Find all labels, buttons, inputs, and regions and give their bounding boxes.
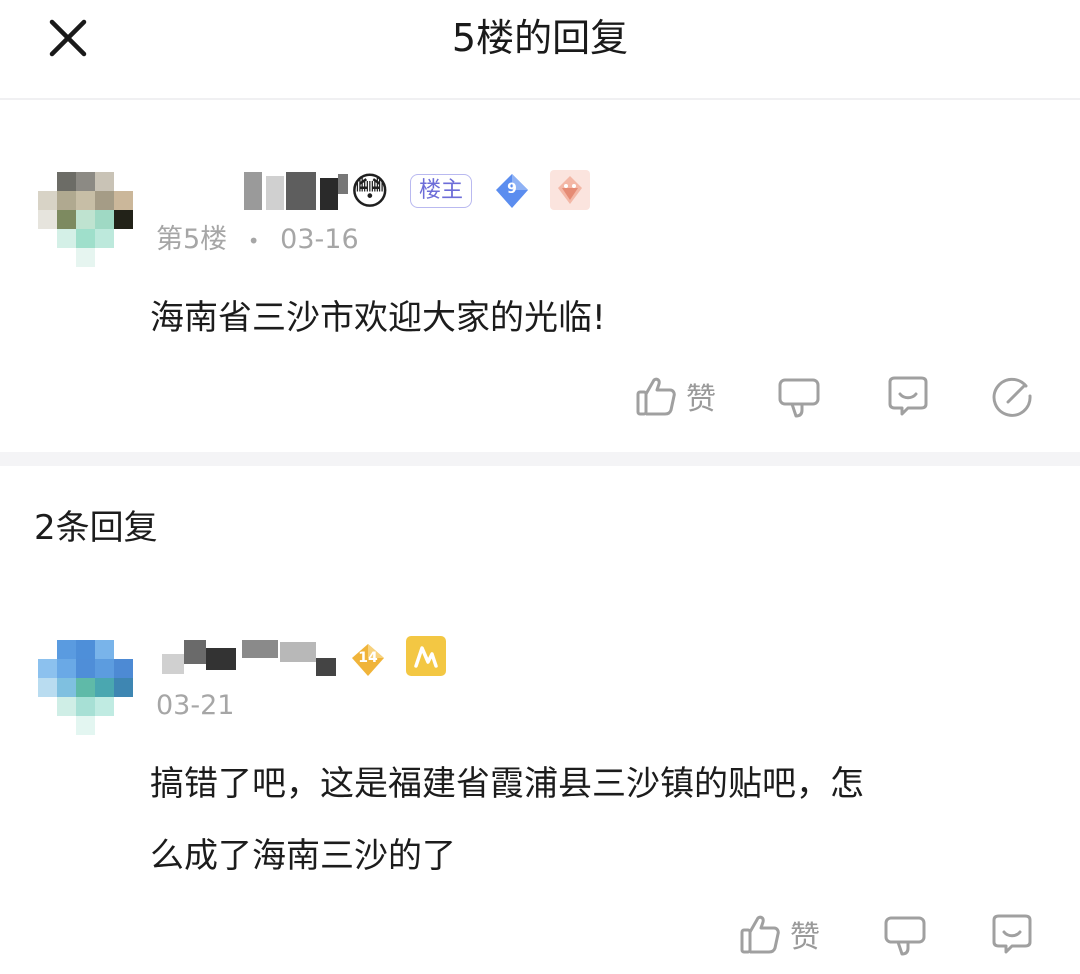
level-badge-icon: 9 <box>494 172 530 210</box>
floor-label: 第5楼 <box>156 224 228 255</box>
level-badge-icon: 14 <box>348 640 388 680</box>
like-label: 赞 <box>790 920 820 955</box>
header-divider <box>0 98 1080 100</box>
thumbs-down-icon <box>776 374 822 420</box>
like-button[interactable]: 赞 <box>738 912 820 956</box>
like-button[interactable]: 赞 <box>634 374 716 418</box>
section-divider <box>0 452 1080 466</box>
comment-icon <box>988 912 1036 958</box>
post-meta: 第5楼 • 03-16 <box>156 222 359 259</box>
username[interactable] <box>162 640 342 678</box>
username[interactable] <box>244 172 354 210</box>
thumbs-up-icon <box>738 912 782 956</box>
dislike-button[interactable] <box>882 912 928 958</box>
post-content: 海南省三沙市欢迎大家的光临! <box>150 298 606 338</box>
flushed-emoji-icon: 😳 <box>350 169 390 213</box>
level-number: 9 <box>507 181 517 197</box>
avatar[interactable] <box>38 172 133 267</box>
dislike-button[interactable] <box>776 374 822 420</box>
replies-count: 2条回复 <box>34 508 158 548</box>
comment-button[interactable] <box>988 912 1036 958</box>
comment-icon <box>884 374 932 420</box>
op-badge: 楼主 <box>410 174 473 208</box>
page-title: 5楼的回复 <box>451 16 629 60</box>
thumbs-up-icon <box>634 374 678 418</box>
edit-icon <box>990 374 1036 420</box>
avatar[interactable] <box>38 640 133 735</box>
reply-date: 03-21 <box>156 690 235 721</box>
thumbs-down-icon <box>882 912 928 958</box>
fan-badge-icon <box>550 170 590 210</box>
comment-button[interactable] <box>884 374 932 420</box>
reply-content-line1: 搞错了吧，这是福建省霞浦县三沙镇的贴吧，怎 <box>150 764 864 804</box>
edit-button[interactable] <box>990 374 1036 420</box>
level-number: 14 <box>358 650 378 666</box>
post-date: 03-16 <box>280 224 359 255</box>
like-label: 赞 <box>686 382 716 417</box>
meta-separator: • <box>247 228 260 253</box>
member-badge-icon <box>406 636 446 676</box>
reply-content-line2: 么成了海南三沙的了 <box>150 836 456 876</box>
